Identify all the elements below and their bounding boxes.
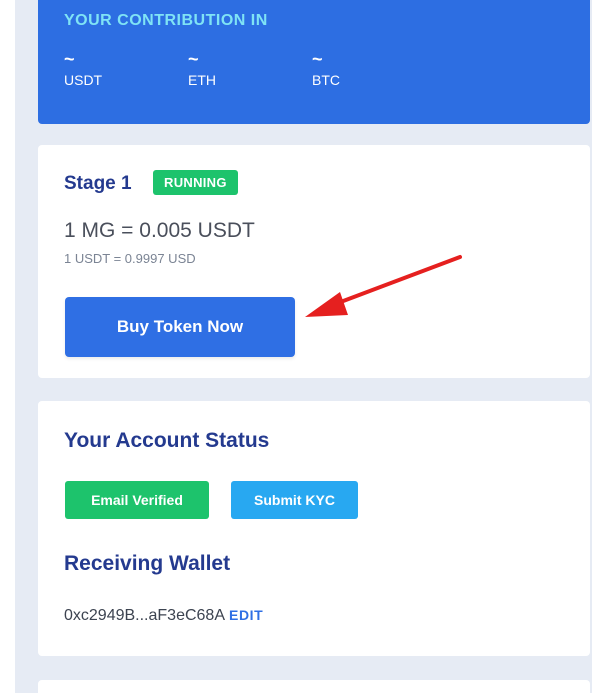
- wallet-address: 0xc2949B...aF3eC68A: [64, 607, 225, 624]
- next-card-partial: [38, 680, 590, 700]
- edit-wallet-link[interactable]: EDIT: [229, 607, 263, 623]
- email-verified-button[interactable]: Email Verified: [65, 481, 209, 519]
- eth-amount: ~: [188, 49, 199, 69]
- submit-kyc-button[interactable]: Submit KYC: [231, 481, 358, 519]
- usdt-amount: ~: [64, 49, 75, 69]
- contribution-btc: ~ BTC: [312, 50, 340, 88]
- token-price: 1 MG = 0.005 USDT: [64, 219, 255, 242]
- stage-title: Stage 1: [64, 173, 132, 194]
- status-badge: RUNNING: [153, 170, 238, 195]
- eth-label: ETH: [188, 72, 216, 88]
- receiving-wallet-title: Receiving Wallet: [64, 552, 231, 575]
- usdt-rate: 1 USDT = 0.9997 USD: [64, 251, 196, 266]
- wallet-line: 0xc2949B...aF3eC68A EDIT: [64, 607, 263, 625]
- contribution-usdt: ~ USDT: [64, 50, 102, 88]
- contribution-card: YOUR CONTRIBUTION IN ~ USDT ~ ETH ~ BTC: [38, 0, 590, 124]
- contribution-title: YOUR CONTRIBUTION IN: [64, 12, 268, 29]
- btc-amount: ~: [312, 49, 323, 69]
- contribution-eth: ~ ETH: [188, 50, 216, 88]
- btc-label: BTC: [312, 72, 340, 88]
- account-status-title: Your Account Status: [64, 429, 270, 452]
- buy-token-button[interactable]: Buy Token Now: [65, 297, 295, 357]
- usdt-label: USDT: [64, 72, 103, 88]
- annotation-arrow-icon: [305, 255, 462, 317]
- account-status-card: Your Account Status Email Verified Submi…: [38, 401, 590, 656]
